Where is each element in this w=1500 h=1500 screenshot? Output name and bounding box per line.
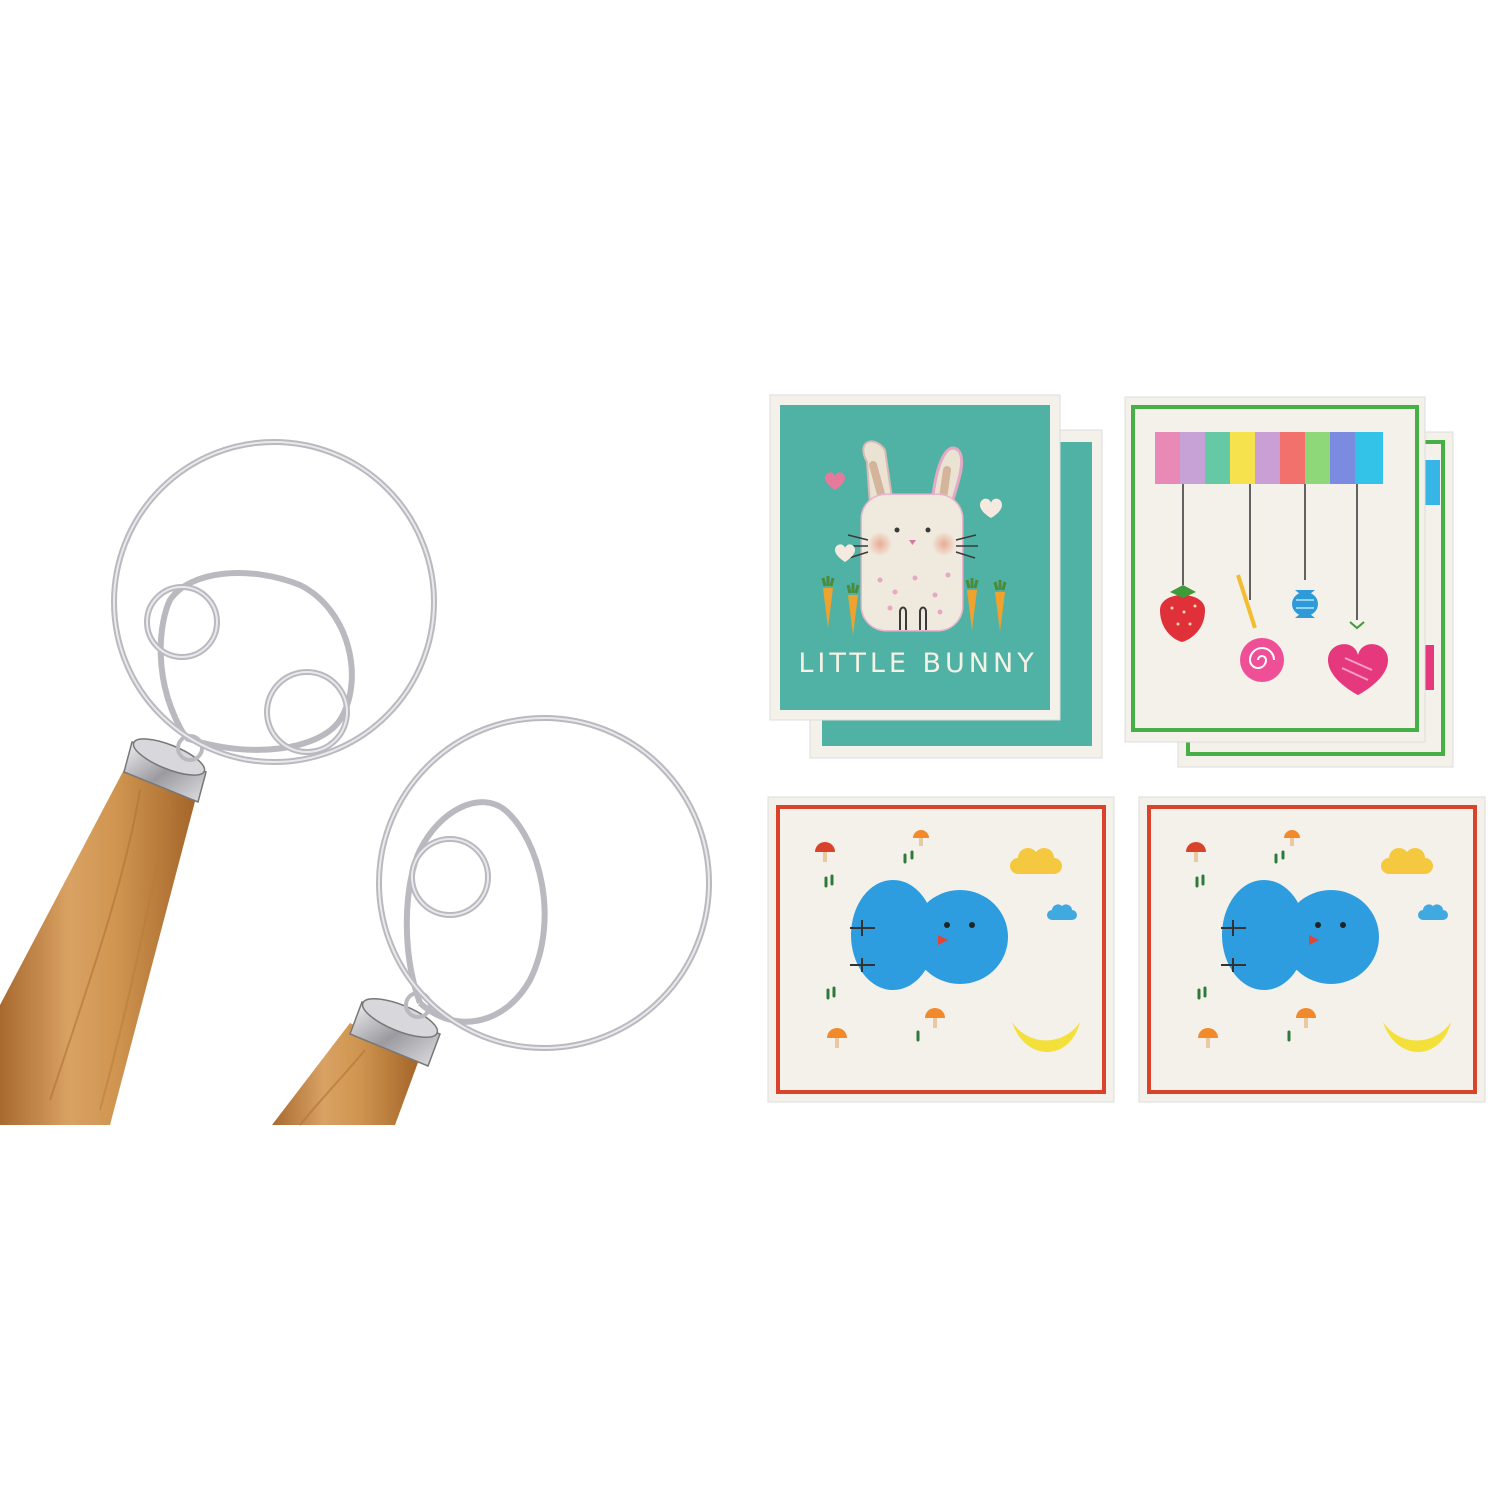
color-stripes — [1155, 432, 1383, 484]
product-scene: LITTLE BUNNY — [0, 394, 1486, 1126]
dishcloth-bird-left — [767, 796, 1115, 1103]
whisk-handle — [0, 762, 198, 1125]
dishcloth-bird-right — [1138, 796, 1486, 1103]
dough-whisk-right — [272, 715, 712, 1126]
dishcloth-label: LITTLE BUNNY — [798, 648, 1037, 679]
dishcloth-bunny-pack: LITTLE BUNNY — [769, 394, 1103, 759]
whisk-wire — [376, 715, 712, 1051]
whisk-wire — [111, 439, 437, 765]
dishcloth-candy-pack — [1124, 396, 1454, 768]
